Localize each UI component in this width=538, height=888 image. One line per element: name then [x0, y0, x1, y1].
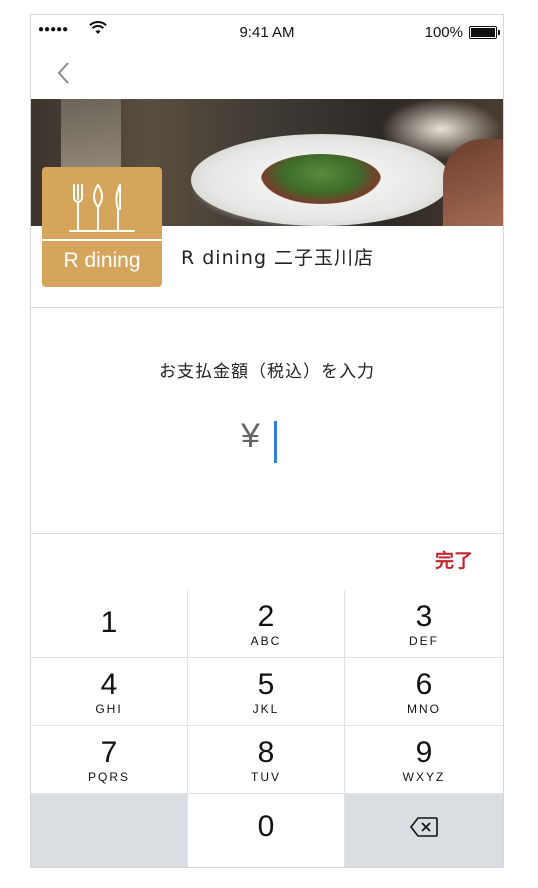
key-4[interactable]: 4 GHI	[31, 658, 188, 726]
phone-screen: ●●●●● 9:41 AM 100% R dining R dining 二子玉…	[30, 14, 504, 868]
key-5[interactable]: 5 JKL	[188, 658, 345, 726]
done-button[interactable]: 完了	[435, 546, 473, 573]
delete-key[interactable]	[345, 794, 503, 867]
restaurant-logo: R dining	[42, 167, 162, 287]
keypad-keys: 1 2 ABC 3 DEF 4 GHI 5 JKL 6 MNO 7 PQRS 8 TUV 9W…	[31, 590, 503, 867]
key-0[interactable]: 0	[188, 794, 345, 867]
battery-percent: 100%	[424, 24, 463, 41]
chevron-left-icon	[57, 62, 69, 84]
currency-symbol: ¥	[241, 417, 260, 455]
amount-input[interactable]: ¥	[241, 417, 260, 456]
battery-icon	[469, 26, 500, 39]
backspace-icon	[409, 817, 438, 837]
divider	[31, 307, 503, 308]
key-7[interactable]: 7 PQRS	[31, 726, 188, 794]
text-caret	[274, 421, 277, 463]
store-name: R dining 二子玉川店	[181, 247, 375, 269]
key-8[interactable]: 8 TUV	[188, 726, 345, 794]
key-6[interactable]: 6 MNO	[345, 658, 503, 726]
key-9[interactable]: 9 WXYZ	[345, 726, 503, 794]
key-2[interactable]: 2 ABC	[188, 590, 345, 658]
cutlery-icon	[69, 183, 135, 232]
numeric-keypad: 完了 1 2 ABC 3 DEF 4 GHI 5 JKL 6 MNO 7 PQRS 8 TUV…	[31, 533, 503, 867]
payment-prompt: お支払金額（税込）を入力	[159, 362, 375, 382]
back-button[interactable]	[53, 58, 77, 88]
key-3[interactable]: 3 DEF	[345, 590, 503, 658]
blank-key	[31, 794, 188, 867]
logo-text: R dining	[63, 249, 141, 272]
key-1[interactable]: 1	[31, 590, 188, 658]
status-bar: ●●●●● 9:41 AM 100%	[31, 15, 503, 51]
